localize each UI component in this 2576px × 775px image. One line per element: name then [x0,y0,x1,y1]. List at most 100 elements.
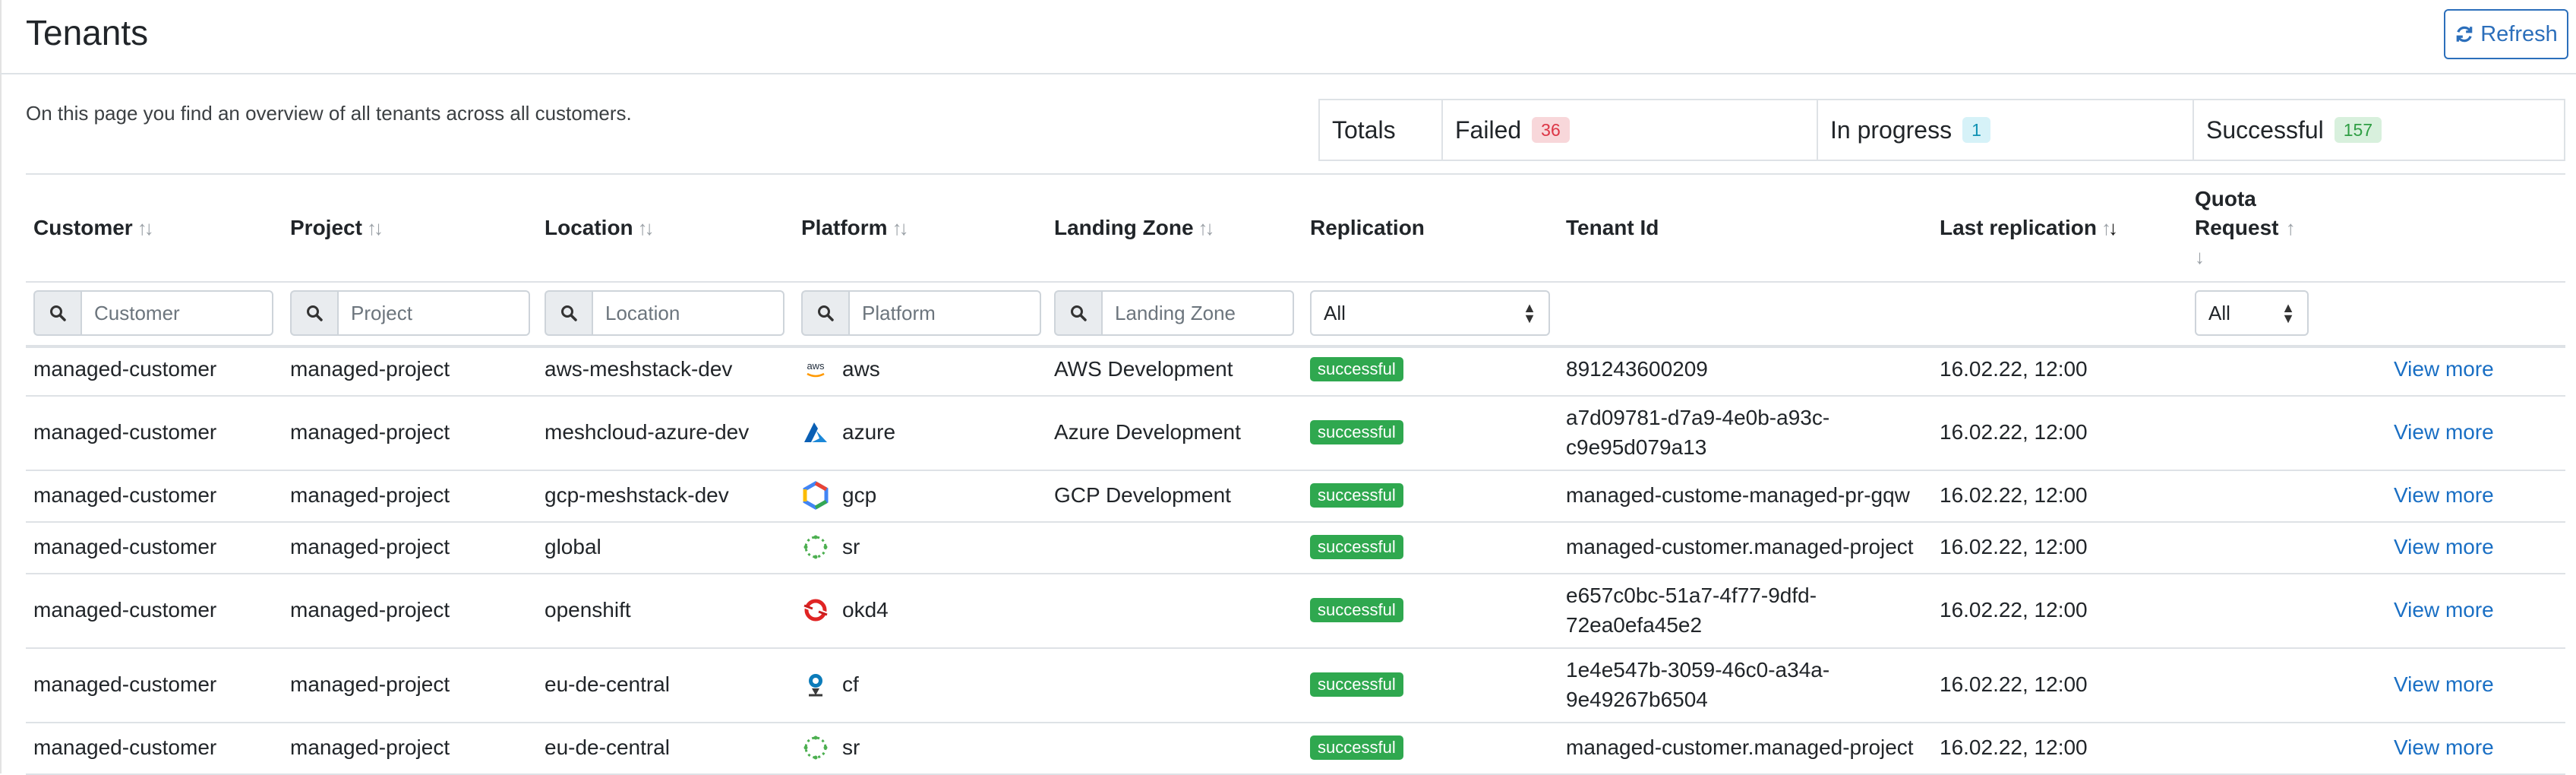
sort-arrows-icon[interactable]: ↑↓ [367,217,384,240]
customer-filter [33,290,273,336]
page-title: Tenants [26,13,149,52]
table-row: managed-customer managed-project global … [26,521,2565,574]
sort-arrows-icon[interactable]: ↑ [2283,217,2296,239]
platform-cell: sr [801,521,860,573]
tenant-id-cell: a7d09781-d7a9-4e0b-a93c-c9e95d079a13 [1566,406,1830,459]
select-caret-icon: ▲ ▼ [1523,300,1536,326]
quota-filter-select[interactable]: All ▲ ▼ [2195,290,2309,336]
table-row: managed-customer managed-project meshclo… [26,395,2565,471]
project-cell: managed-project [290,735,450,759]
sort-desc-icon[interactable]: ↑↓ [2101,217,2118,240]
landing-zone-filter-input[interactable] [1101,290,1294,336]
column-header-quota-request[interactable]: Quota Request ↑ ↓ [2195,175,2296,281]
failed-label: Failed [1455,115,1522,144]
last-replication-cell: 16.02.22, 12:00 [1940,535,2088,558]
totals-successful: Successful 157 [2192,100,2564,160]
table-row: managed-customer managed-project eu-de-c… [26,722,2565,775]
filter-row: All ▲▼ All ▲▼ [26,281,2565,348]
openshift-icon [801,596,830,625]
location-filter [545,290,784,336]
customer-cell: managed-customer [33,598,217,622]
totals-in-progress: In progress 1 [1817,100,2192,160]
replication-cell: successful [1310,573,1403,647]
location-cell: openshift [545,598,631,622]
service-registry-icon [801,733,830,762]
refresh-button[interactable]: Refresh [2444,9,2568,59]
platform-filter [801,290,1041,336]
view-more-link[interactable]: View more [2394,521,2494,573]
view-more-link[interactable]: View more [2394,395,2494,470]
project-cell: managed-project [290,483,450,507]
platform-cell: azure [801,395,895,470]
gcp-icon [801,481,830,510]
table-row: managed-customer managed-project openshi… [26,573,2565,649]
tenant-id-cell: managed-customer.managed-project [1566,735,1914,759]
column-header-customer[interactable]: Customer ↑↓ [33,175,154,281]
column-header-project[interactable]: Project ↑↓ [290,175,384,281]
last-replication-cell: 16.02.22, 12:00 [1940,672,2088,696]
column-header-replication: Replication [1310,216,1425,239]
replication-cell: successful [1310,343,1403,395]
last-replication-cell: 16.02.22, 12:00 [1940,420,2088,444]
column-header-location[interactable]: Location ↑↓ [545,175,655,281]
platform-name: sr [842,735,860,759]
tenant-id-cell: e657c0bc-51a7-4f77-9dfd- 72ea0efa45e2 [1566,584,1817,637]
view-more-link[interactable]: View more [2394,573,2494,647]
azure-icon [801,418,830,447]
platform-name: cf [842,672,859,696]
customer-cell: managed-customer [33,735,217,759]
platform-name: aws [842,357,880,381]
landing-zone-filter [1054,290,1294,336]
cloud-foundry-icon [801,670,830,699]
location-cell: eu-de-central [545,672,670,696]
svg-text:aws: aws [807,360,825,372]
sort-arrows-icon[interactable]: ↑↓ [638,217,655,240]
location-filter-input[interactable] [592,290,784,336]
location-cell: global [545,535,601,558]
totals-label: Totals [1332,115,1396,144]
view-more-link[interactable]: View more [2394,647,2494,722]
column-header-last-replication[interactable]: Last replication ↑↓ [1940,175,2118,281]
totals-bar: Totals Failed 36 In progress 1 Successfu… [1318,99,2565,161]
customer-filter-input[interactable] [80,290,273,336]
platform-cell: aws aws [801,343,880,395]
project-filter-input[interactable] [337,290,530,336]
totals-failed: Failed 36 [1441,100,1817,160]
replication-cell: successful [1310,647,1403,722]
page-header: Tenants Refresh [0,0,2576,74]
sort-arrows-icon[interactable]: ↓ [2195,242,2205,271]
sort-arrows-icon[interactable]: ↑↓ [137,217,154,240]
intro-text: On this page you find an overview of all… [26,102,632,125]
replication-cell: successful [1310,722,1403,773]
column-header-landing-zone[interactable]: Landing Zone ↑↓ [1054,175,1215,281]
table-row: managed-customer managed-project aws-mes… [26,343,2565,397]
replication-filter-select[interactable]: All ▲ ▼ [1310,290,1550,336]
sort-arrows-icon[interactable]: ↑↓ [1198,217,1215,240]
project-cell: managed-project [290,357,450,381]
search-icon [801,290,848,336]
quota-filter-value: All [2208,301,2230,324]
status-badge: successful [1310,483,1403,508]
table-header: Customer ↑↓ Project ↑↓ Location ↑↓ Platform… [26,175,2565,281]
column-header-tenant-id: Tenant Id [1566,216,1659,239]
view-more-link[interactable]: View more [2394,470,2494,521]
landing-zone-cell: Azure Development [1054,420,1241,444]
view-more-link[interactable]: View more [2394,722,2494,773]
failed-count-badge: 36 [1532,117,1570,143]
last-replication-cell: 16.02.22, 12:00 [1940,735,2088,759]
status-badge: successful [1310,420,1403,444]
project-cell: managed-project [290,420,450,444]
in-progress-count-badge: 1 [1962,117,1990,143]
platform-cell: sr [801,722,860,773]
customer-cell: managed-customer [33,357,217,381]
tenant-id-cell: managed-customer.managed-project [1566,535,1914,558]
replication-cell: successful [1310,470,1403,521]
successful-count-badge: 157 [2334,117,2382,143]
table-row: managed-customer managed-project gcp-mes… [26,470,2565,523]
sort-arrows-icon[interactable]: ↑↓ [892,217,909,240]
view-more-link[interactable]: View more [2394,343,2494,395]
column-header-platform[interactable]: Platform ↑↓ [801,175,909,281]
tenants-page: Tenants Refresh On this page you find an… [0,0,2576,775]
service-registry-icon [801,533,830,561]
platform-filter-input[interactable] [848,290,1041,336]
